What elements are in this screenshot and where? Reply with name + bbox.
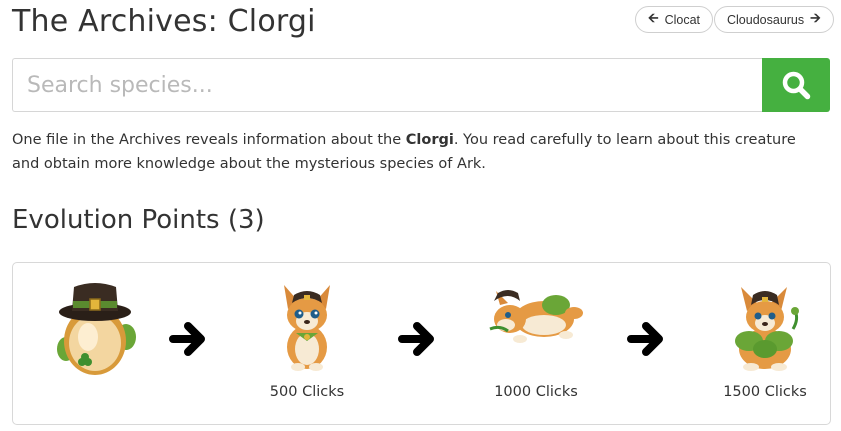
clorgi-adult-image [734,287,799,371]
evolution-stage-egg [35,279,155,419]
prev-species-label: Clocat [664,12,700,27]
evolution-arrow-1 [169,322,205,356]
arrow-right-icon: 🡪 [810,9,821,25]
clorgi-teen-image [489,290,583,343]
evolution-panel: 500 Clicks 1000 Clicks 1500 Clicks [12,262,831,425]
evolution-stage-baby: 500 Clicks [247,279,367,419]
evolution-stage-teen: 1000 Clicks [476,279,596,419]
evolution-stage-label: 500 Clicks [269,384,345,400]
search-button[interactable] [762,58,830,112]
archives-page: The Archives: Clorgi 🡨 Clocat Cloudosaur… [0,0,841,431]
evolution-heading: Evolution Points (3) [12,205,265,235]
evolution-arrow-2 [398,322,434,356]
clorgi-egg-image [57,283,136,375]
species-name: Clorgi [405,132,454,148]
evolution-stage-label: 1500 Clicks [723,384,807,400]
clorgi-baby-image [284,285,330,371]
species-description: One file in the Archives reveals informa… [12,128,822,176]
search-input[interactable] [12,58,762,112]
evolution-stage-adult: 1500 Clicks [705,279,825,419]
arrow-left-icon: 🡨 [648,9,659,25]
evolution-stage-label: 1000 Clicks [494,384,578,400]
search-icon [782,71,811,100]
next-species-label: Cloudosaurus [727,12,805,27]
evolution-arrow-3 [627,322,663,356]
page-title: The Archives: Clorgi [12,4,316,39]
description-text-pre: One file in the Archives reveals informa… [12,132,406,148]
next-species-button[interactable]: Cloudosaurus 🡪 [714,6,834,33]
prev-species-button[interactable]: 🡨 Clocat [635,6,713,33]
search-bar [12,58,830,112]
